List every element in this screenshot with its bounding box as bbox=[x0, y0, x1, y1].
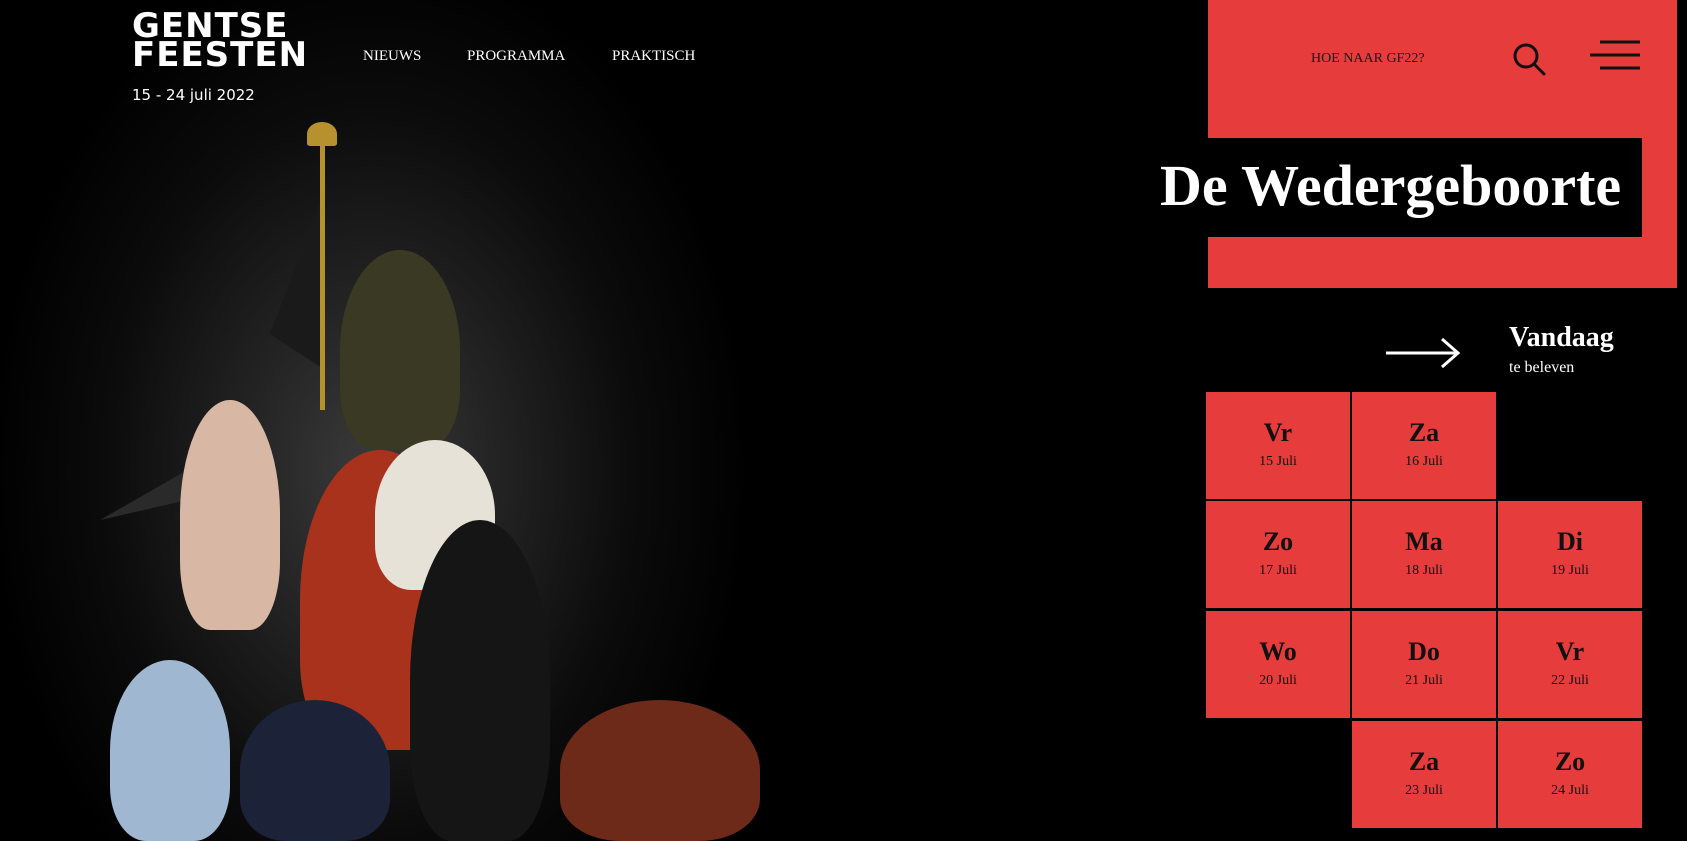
day-date: 17 Juli bbox=[1259, 563, 1297, 578]
day-name: Zo bbox=[1554, 747, 1586, 776]
day-date: 22 Juli bbox=[1551, 673, 1589, 688]
day-date: 21 Juli bbox=[1405, 673, 1443, 688]
phoenix-ornament-shape bbox=[307, 122, 337, 146]
day-button[interactable]: Zo 17 Juli bbox=[1206, 501, 1350, 608]
black-flag-shape bbox=[270, 190, 325, 370]
golden-staff-shape bbox=[320, 140, 325, 410]
hero-image bbox=[0, 0, 900, 841]
day-name: Ma bbox=[1405, 527, 1443, 556]
figure-black-dress bbox=[410, 520, 550, 841]
day-name: Zo bbox=[1262, 527, 1294, 556]
day-button[interactable]: Zo 24 Juli bbox=[1498, 721, 1642, 828]
day-date: 24 Juli bbox=[1551, 783, 1589, 798]
day-date: 18 Juli bbox=[1405, 563, 1443, 578]
day-name: Do bbox=[1408, 637, 1440, 666]
day-name: Wo bbox=[1259, 637, 1297, 666]
today-subtitle: te beleven bbox=[1509, 359, 1575, 376]
nav-program[interactable]: PROGRAMMA bbox=[467, 48, 565, 65]
day-button[interactable]: Za 16 Juli bbox=[1352, 392, 1496, 499]
figure-elder bbox=[340, 250, 460, 450]
day-date: 19 Juli bbox=[1551, 563, 1589, 578]
figure-brown-cloak bbox=[560, 700, 760, 841]
day-button[interactable]: Ma 18 Juli bbox=[1352, 501, 1496, 608]
today-title[interactable]: Vandaag bbox=[1509, 322, 1614, 354]
day-button[interactable]: Do 21 Juli bbox=[1352, 611, 1496, 718]
festival-dates: 15 - 24 juli 2022 bbox=[132, 86, 255, 104]
day-name: Di bbox=[1557, 527, 1583, 556]
day-button[interactable]: Di 19 Juli bbox=[1498, 501, 1642, 608]
day-name: Za bbox=[1408, 418, 1440, 447]
day-name: Vr bbox=[1263, 418, 1293, 447]
figure-dancer bbox=[180, 400, 280, 630]
day-date: 16 Juli bbox=[1405, 454, 1443, 469]
nav-practical[interactable]: PRAKTISCH bbox=[612, 48, 695, 65]
figure-blue-shirt bbox=[110, 660, 230, 841]
day-date: 15 Juli bbox=[1259, 454, 1297, 469]
search-icon[interactable] bbox=[1512, 42, 1546, 76]
how-to-get-there-link[interactable]: HOE NAAR GF22? bbox=[1311, 51, 1425, 67]
day-name: Za bbox=[1408, 747, 1440, 776]
day-date: 20 Juli bbox=[1259, 673, 1297, 688]
day-button[interactable]: Vr 15 Juli bbox=[1206, 392, 1350, 499]
day-date: 23 Juli bbox=[1405, 783, 1443, 798]
hamburger-menu-icon[interactable] bbox=[1590, 38, 1640, 72]
page-title: De Wedergeboorte bbox=[1160, 153, 1622, 218]
day-button[interactable]: Vr 22 Juli bbox=[1498, 611, 1642, 718]
day-button[interactable]: Za 23 Juli bbox=[1352, 721, 1496, 828]
day-name: Vr bbox=[1555, 637, 1585, 666]
figure-navy-shirt bbox=[240, 700, 390, 841]
day-button[interactable]: Wo 20 Juli bbox=[1206, 611, 1350, 718]
nav-news[interactable]: NIEUWS bbox=[363, 48, 421, 65]
site-logo[interactable]: GENTSE FEESTEN bbox=[132, 9, 309, 75]
logo-line-2: FEESTEN bbox=[132, 35, 309, 75]
arrow-right-icon[interactable] bbox=[1386, 336, 1462, 370]
